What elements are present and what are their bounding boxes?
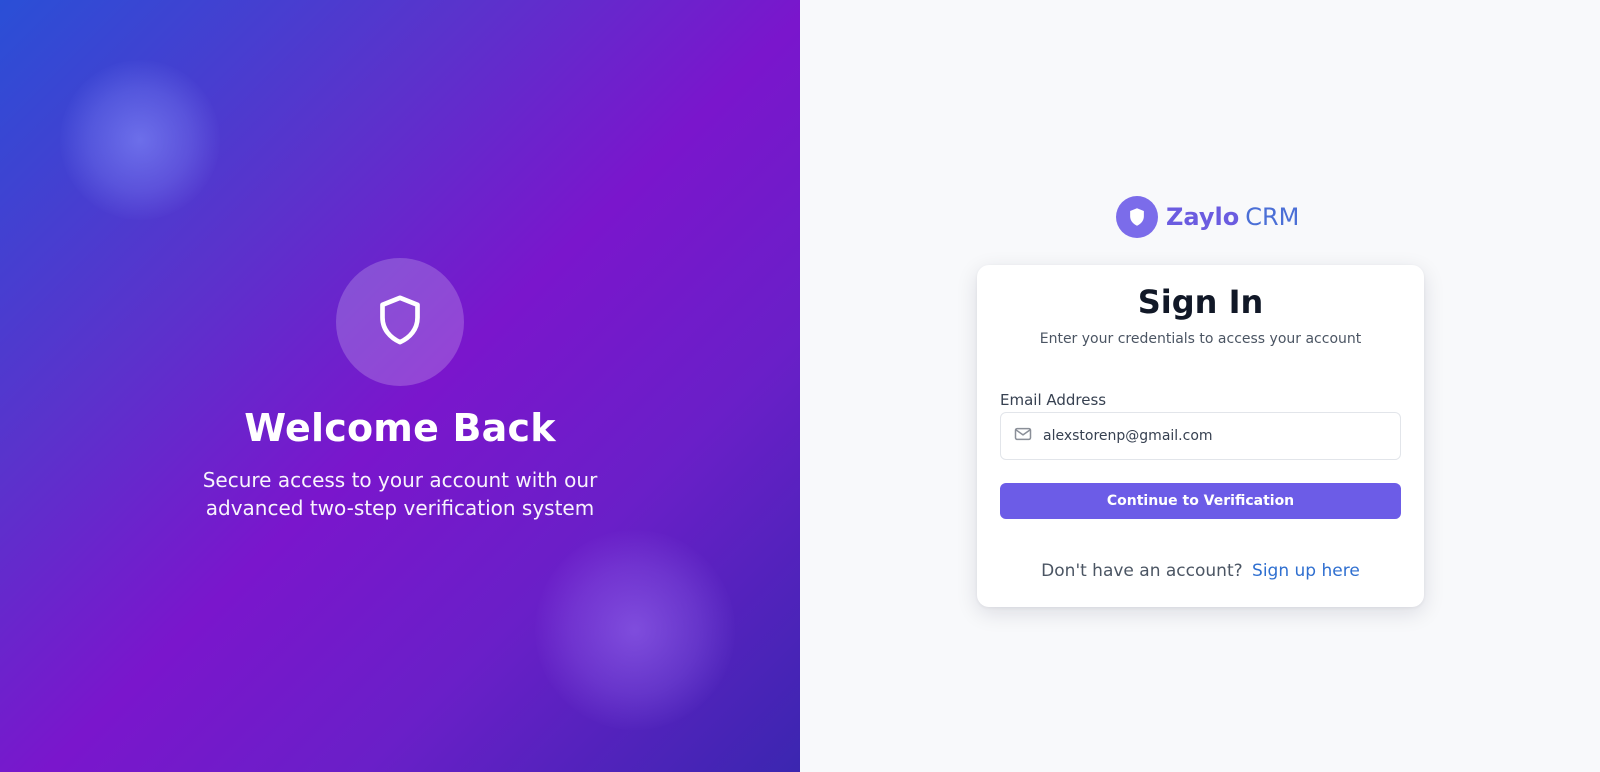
shield-icon <box>1116 196 1158 238</box>
hero-icon-circle <box>336 258 464 386</box>
hero-title: Welcome Back <box>244 406 556 450</box>
signup-prompt: Don't have an account? <box>1041 561 1243 581</box>
continue-button[interactable]: Continue to Verification <box>1000 483 1401 519</box>
signin-card: Sign In Enter your credentials to access… <box>977 265 1424 607</box>
email-field[interactable] <box>1043 428 1383 444</box>
decorative-blob <box>535 530 735 730</box>
hero-subtitle: Secure access to your account with our a… <box>202 468 598 520</box>
signup-link[interactable]: Sign up here <box>1252 561 1360 581</box>
signin-subtitle: Enter your credentials to access your ac… <box>1039 331 1362 347</box>
email-field-wrapper[interactable] <box>1000 412 1401 460</box>
brand-suffix: CRM <box>1245 203 1300 231</box>
mail-icon <box>1013 424 1033 448</box>
shield-icon <box>372 292 428 352</box>
signin-panel: Zaylo CRM Sign In Enter your credentials… <box>800 0 1600 772</box>
email-label: Email Address <box>1000 391 1107 409</box>
hero-content: Welcome Back Secure access to your accou… <box>0 258 800 522</box>
hero-panel: Welcome Back Secure access to your accou… <box>0 0 800 772</box>
signin-title: Sign In <box>1137 283 1264 321</box>
decorative-blob <box>60 60 220 220</box>
brand-logo: Zaylo CRM <box>1116 196 1299 238</box>
brand-name: Zaylo <box>1166 203 1240 231</box>
signup-row: Don't have an account? Sign up here <box>977 561 1424 581</box>
